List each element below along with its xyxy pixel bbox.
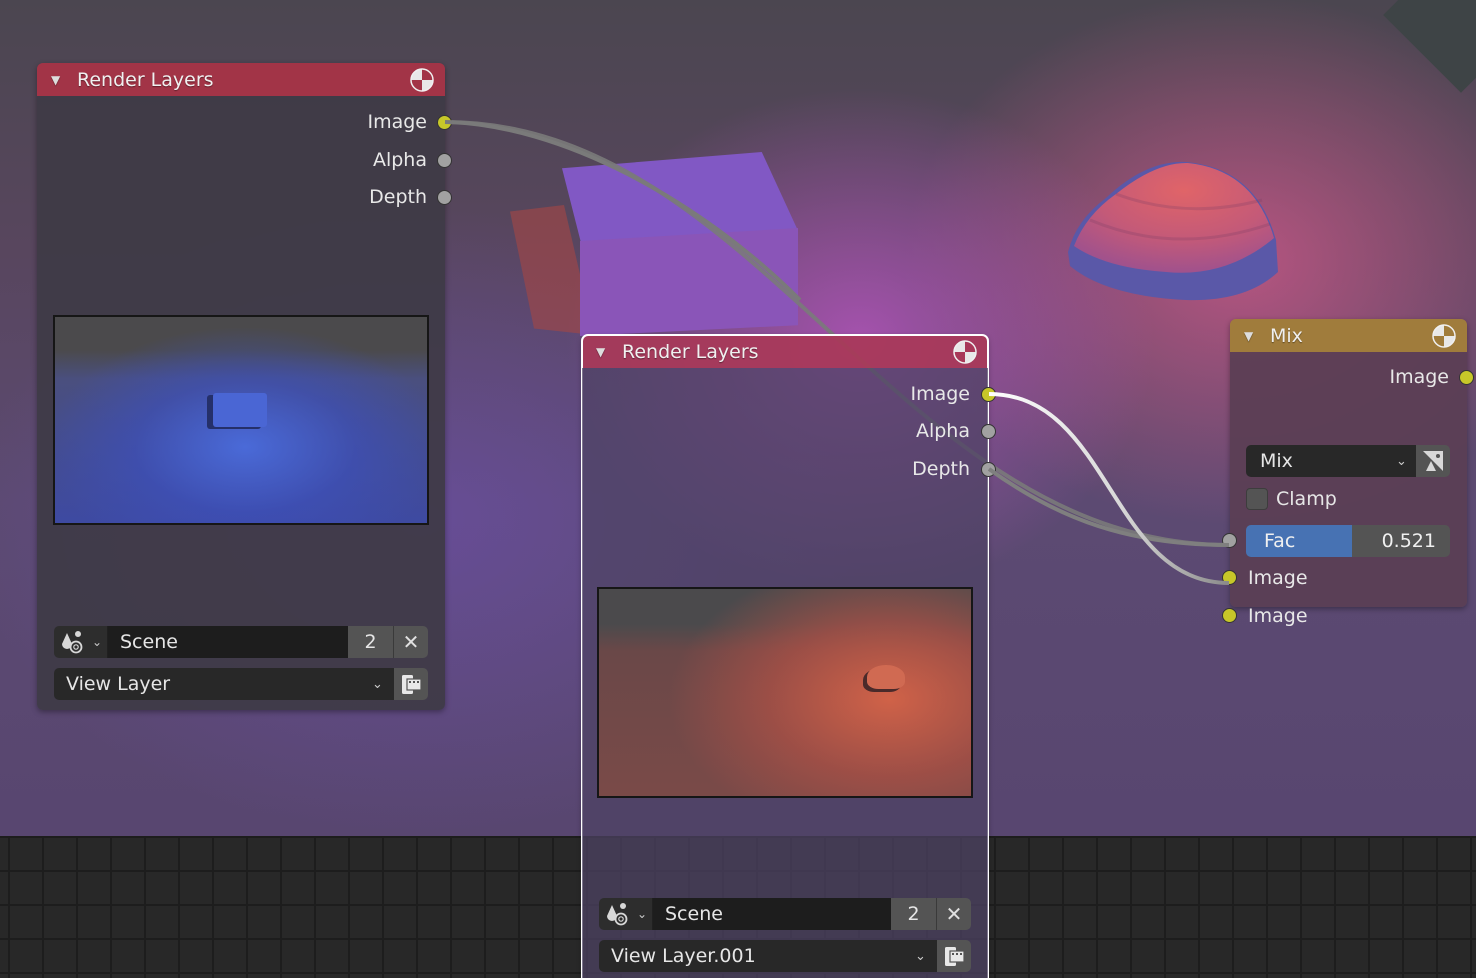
scene-users-count[interactable]: 2 [891, 898, 937, 930]
preview-cube [213, 393, 267, 427]
socket-label: Image [1248, 605, 1308, 627]
socket-label: Alpha [372, 149, 427, 171]
scene-name-field[interactable]: Scene [653, 898, 891, 930]
node-header[interactable]: ▼ Render Layers [582, 335, 988, 368]
triangle-down-icon[interactable]: ▼ [596, 345, 622, 359]
fac-slider[interactable]: Fac 0.521 [1246, 525, 1450, 557]
render-layer-button[interactable] [394, 668, 428, 700]
view-layer-selector[interactable]: View Layer.001 ⌄ [599, 940, 971, 972]
scene-data-icon [606, 903, 628, 926]
output-alpha-socket[interactable] [437, 153, 452, 168]
socket-label: Image [1389, 366, 1449, 388]
input-image-1-socket[interactable] [1222, 570, 1237, 585]
backdrop-cube-top [562, 152, 797, 242]
fac-input-socket[interactable] [1222, 533, 1237, 548]
node-title: Render Layers [77, 68, 214, 91]
scene-data-icon [61, 631, 83, 654]
render-layers-node-2[interactable]: ▼ Render Layers Image Alpha Depth ⌄ Scen… [581, 334, 996, 978]
scene-browse-button[interactable]: ⌄ [599, 898, 653, 930]
render-layer-icon [402, 675, 422, 694]
clamp-label: Clamp [1276, 488, 1337, 510]
mix-node[interactable]: ▼ Mix Image Mix ⌄ Clamp Fac 0.521 Image … [1222, 319, 1474, 627]
socket-label: Depth [912, 458, 970, 480]
output-image-socket[interactable] [1459, 370, 1474, 385]
node-header[interactable]: ▼ Render Layers [37, 63, 445, 96]
image-alpha-icon [1423, 451, 1443, 471]
render-layer-button[interactable] [937, 940, 971, 972]
preview-dome [867, 665, 905, 689]
input-image-2-socket[interactable] [1222, 608, 1237, 623]
view-layer-dropdown[interactable]: View Layer.001 ⌄ [599, 940, 937, 972]
socket-label: Image [1248, 567, 1308, 589]
fac-value: 0.521 [1381, 530, 1436, 552]
chevron-down-icon: ⌄ [91, 635, 103, 649]
socket-label: Alpha [915, 420, 970, 442]
backdrop-corner [1383, 0, 1476, 93]
node-body: Image Mix ⌄ Clamp Fac 0.521 Image Image [1222, 352, 1474, 627]
fac-label: Fac [1264, 530, 1296, 552]
chevron-down-icon: ⌄ [1396, 453, 1407, 469]
backdrop-cube-front [580, 228, 798, 336]
input-image-1: Image [1248, 565, 1308, 591]
blend-type-selector[interactable]: Mix ⌄ [1246, 445, 1450, 477]
socket-label: Image [910, 383, 970, 405]
output-image: Image [367, 109, 427, 135]
view-layer-selector[interactable]: View Layer ⌄ [54, 668, 428, 700]
triangle-down-icon[interactable]: ▼ [1244, 329, 1270, 343]
render-preview [53, 315, 429, 525]
render-layer-icon [945, 947, 965, 966]
backdrop-dome [1068, 161, 1278, 301]
chevron-down-icon: ⌄ [915, 948, 926, 964]
close-icon[interactable]: ✕ [937, 898, 971, 930]
output-depth-socket[interactable] [981, 462, 996, 477]
socket-label: Depth [369, 186, 427, 208]
node-header[interactable]: ▼ Mix [1230, 319, 1467, 352]
render-layers-node-1[interactable]: ▼ Render Layers Image Alpha Depth ⌄ Scen… [37, 63, 452, 710]
close-icon[interactable]: ✕ [394, 626, 428, 658]
fac-slider-fill [1246, 525, 1353, 557]
blend-type-dropdown[interactable]: Mix ⌄ [1246, 445, 1416, 477]
render-result-icon[interactable] [952, 339, 978, 365]
output-alpha-socket[interactable] [981, 424, 996, 439]
scene-users-count[interactable]: 2 [348, 626, 394, 658]
node-title: Render Layers [622, 340, 759, 363]
scene-selector: ⌄ Scene 2 ✕ [54, 626, 428, 658]
output-image-socket[interactable] [437, 115, 452, 130]
clamp-checkbox[interactable] [1246, 488, 1268, 510]
node-title: Mix [1270, 324, 1303, 347]
scene-name-field[interactable]: Scene [108, 626, 348, 658]
node-body: Image Alpha Depth ⌄ Scene 2 ✕ View Layer… [37, 96, 452, 710]
output-alpha: Alpha [373, 147, 427, 173]
triangle-down-icon[interactable]: ▼ [51, 73, 77, 87]
scene-selector: ⌄ Scene 2 ✕ [599, 898, 971, 930]
render-preview [597, 587, 973, 798]
view-layer-dropdown[interactable]: View Layer ⌄ [54, 668, 394, 700]
node-body: Image Alpha Depth ⌄ Scene 2 ✕ View Layer… [582, 368, 996, 978]
chevron-down-icon: ⌄ [636, 907, 648, 921]
use-alpha-toggle[interactable] [1416, 445, 1450, 477]
output-depth-socket[interactable] [437, 190, 452, 205]
input-image-2: Image [1248, 603, 1308, 629]
output-image: Image [1389, 364, 1449, 390]
blend-type-value: Mix [1260, 450, 1293, 472]
output-depth: Depth [912, 456, 970, 482]
render-result-icon[interactable] [409, 67, 435, 93]
scene-browse-button[interactable]: ⌄ [54, 626, 108, 658]
chevron-down-icon: ⌄ [372, 676, 383, 692]
output-image-socket[interactable] [981, 387, 996, 402]
render-result-icon[interactable] [1431, 323, 1457, 349]
clamp-option[interactable]: Clamp [1246, 486, 1337, 512]
view-layer-value: View Layer.001 [611, 945, 756, 967]
output-depth: Depth [369, 184, 427, 210]
view-layer-value: View Layer [66, 673, 171, 695]
output-image: Image [910, 381, 970, 407]
output-alpha: Alpha [916, 418, 970, 444]
socket-label: Image [367, 111, 427, 133]
